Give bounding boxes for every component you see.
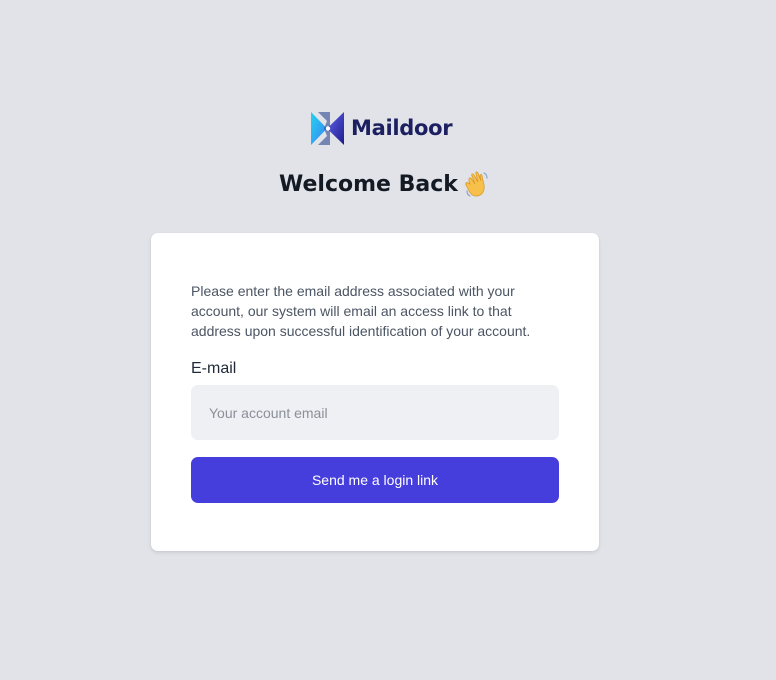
- waving-hand-icon: [465, 171, 488, 197]
- email-field[interactable]: [191, 385, 559, 440]
- login-page: Maildoor Welcome Back Please enter the e…: [0, 0, 776, 680]
- maildoor-logo-icon: [311, 111, 344, 145]
- send-login-link-button[interactable]: Send me a login link: [191, 457, 559, 503]
- login-card: Please enter the email address associate…: [151, 233, 599, 551]
- page-title-text: Welcome Back: [279, 171, 458, 197]
- brand-logo: Maildoor: [310, 110, 453, 146]
- brand-name: Maildoor: [351, 116, 453, 140]
- login-description: Please enter the email address associate…: [191, 283, 531, 339]
- page-title: Welcome Back: [279, 170, 490, 198]
- email-label: E-mail: [191, 360, 237, 377]
